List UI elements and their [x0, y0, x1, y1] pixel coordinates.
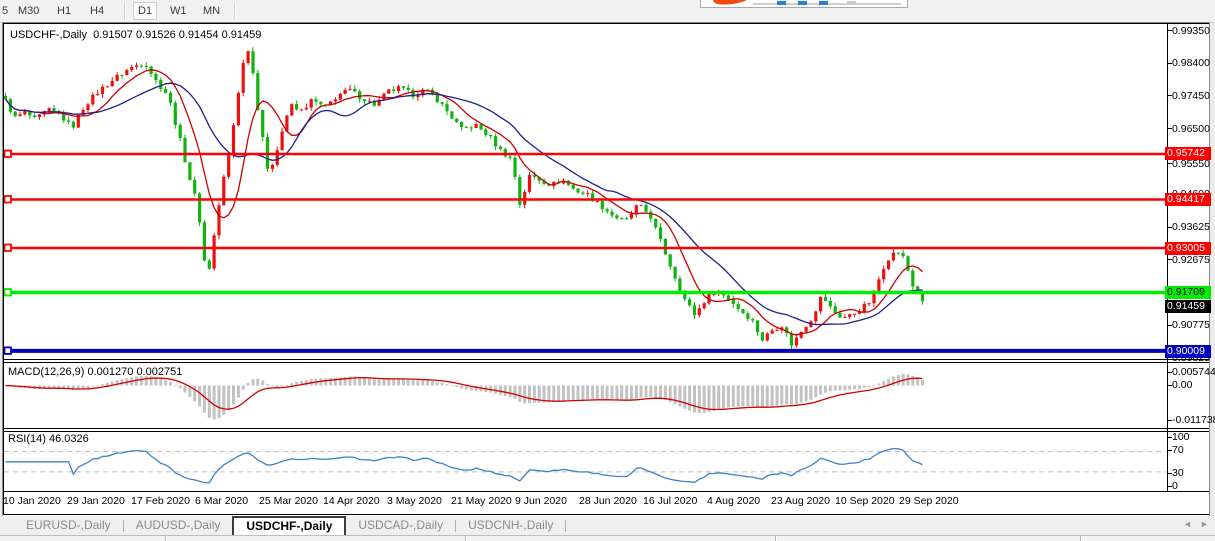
macd-axis-max: 0.005744: [1172, 366, 1215, 378]
date-label: 6 Mar 2020: [195, 495, 248, 507]
date-label: 10 Jan 2020: [3, 495, 61, 507]
macd-signal-value: 0.002751: [136, 366, 182, 378]
level-badge-resistance-3: 0.93005: [1165, 242, 1211, 255]
rsi-value: 46.0326: [49, 433, 89, 445]
mt4-window: 5 M30 H1 H4 D1 W1 MN USDCHF-,Daily 0.915…: [0, 0, 1215, 541]
macd-axis-min: -0.011738: [1172, 414, 1215, 426]
date-label: 4 Aug 2020: [707, 495, 760, 507]
date-label: 25 Mar 2020: [259, 495, 318, 507]
date-label: 14 Apr 2020: [323, 495, 380, 507]
rsi-panel-top-border: [3, 431, 1209, 432]
price-chart-canvas[interactable]: [0, 0, 1215, 541]
date-label: 28 Jun 2020: [579, 495, 637, 507]
macd-panel-top-border: [3, 362, 1209, 363]
macd-title: MACD(12,26,9): [8, 366, 84, 378]
price-tick: 0.90775: [1172, 319, 1210, 331]
macd-header: MACD(12,26,9) 0.001270 0.002751: [8, 366, 182, 378]
date-label: 9 Jun 2020: [515, 495, 567, 507]
date-label: 16 Jul 2020: [643, 495, 697, 507]
chart-left-border: [3, 23, 4, 514]
price-tick: 0.96500: [1172, 123, 1210, 135]
level-badge-resistance-2: 0.94417: [1165, 193, 1211, 206]
rsi-header: RSI(14) 46.0326: [8, 433, 89, 445]
price-axis-separator: [1167, 23, 1168, 491]
date-label: 17 Feb 2020: [131, 495, 190, 507]
level-badge-resistance-1: 0.95742: [1165, 147, 1211, 160]
chart-bottom-border: [3, 514, 1209, 515]
main-panel-bottom-border: [3, 359, 1209, 360]
chart-symbol-label: USDCHF-,Daily: [10, 29, 87, 41]
price-tick: 0.93625: [1172, 221, 1210, 233]
rsi-panel-bottom-border: [3, 491, 1209, 492]
date-label: 21 May 2020: [451, 495, 512, 507]
price-tick: 0.97450: [1172, 90, 1210, 102]
macd-value: 0.001270: [87, 366, 133, 378]
chart-title: USDCHF-,Daily 0.91507 0.91526 0.91454 0.…: [10, 29, 261, 41]
chart-top-border: [3, 23, 1209, 24]
date-label: 29 Sep 2020: [899, 495, 959, 507]
date-label: 29 Jan 2020: [67, 495, 125, 507]
price-tick: 0.99350: [1172, 25, 1210, 37]
chart-quote-ohlc: 0.91507 0.91526 0.91454 0.91459: [93, 29, 261, 41]
price-tick: 0.98400: [1172, 57, 1210, 69]
date-label: 10 Sep 2020: [835, 495, 895, 507]
level-badge-support-blue: 0.90009: [1165, 345, 1211, 358]
rsi-axis-100: 100: [1172, 431, 1190, 443]
rsi-axis-70: 70: [1172, 444, 1184, 456]
current-price-badge: 0.91459: [1165, 300, 1211, 313]
macd-panel-bottom-border: [3, 428, 1209, 429]
rsi-title: RSI(14): [8, 433, 46, 445]
macd-axis-zero: 0.00: [1172, 379, 1192, 391]
date-label: 3 May 2020: [387, 495, 442, 507]
level-badge-support-green: 0.91709: [1165, 286, 1211, 299]
date-label: 23 Aug 2020: [771, 495, 830, 507]
rsi-axis-30: 30: [1172, 467, 1184, 479]
price-tick: 0.92675: [1172, 254, 1210, 266]
